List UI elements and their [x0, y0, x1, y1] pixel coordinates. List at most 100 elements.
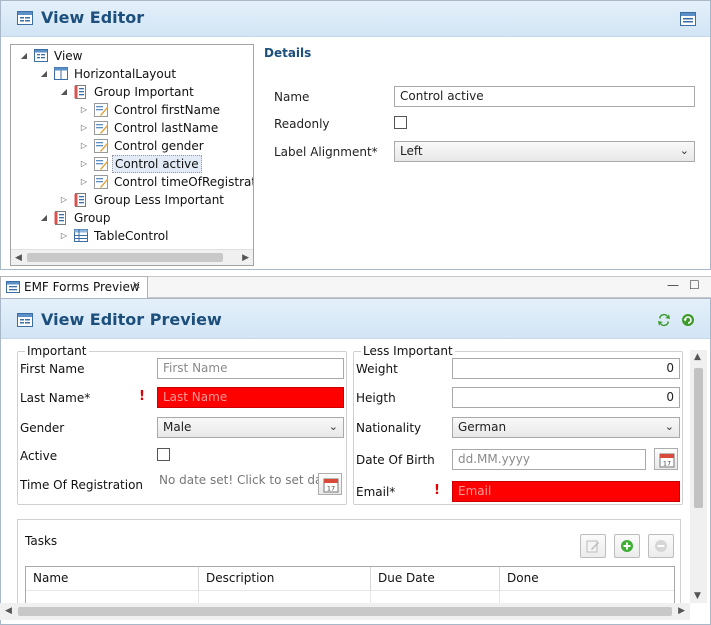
tree-node-label: TableControl [94, 229, 169, 243]
preview-header: View Editor Preview [1, 299, 710, 339]
tree-node-label: View [54, 49, 83, 63]
nationality-value: German [458, 420, 507, 434]
scroll-down-icon[interactable]: ▼ [694, 591, 701, 601]
scroll-right-icon[interactable]: ▶ [242, 253, 249, 263]
view-editor-panel: View Editor ◢ View ◢ HorizontalLayout ◢ Group… [0, 0, 711, 270]
email-label: Email* [356, 485, 396, 499]
registration-date-hint[interactable]: No date set! Click to set date. [159, 473, 338, 487]
dob-label: Date Of Birth [356, 453, 435, 467]
view-model-tree[interactable]: ◢ View ◢ HorizontalLayout ◢ Group Important ▷ C… [10, 44, 254, 266]
calendar-icon: 17 [323, 478, 339, 493]
remove-icon [655, 540, 667, 552]
scroll-left-icon[interactable]: ◀ [15, 253, 22, 263]
column-header-done[interactable]: Done [500, 567, 674, 591]
reload-icon[interactable] [680, 314, 696, 331]
edit-task-button[interactable] [580, 534, 606, 558]
add-task-button[interactable] [614, 534, 640, 558]
details-title: Details [264, 46, 312, 60]
group-icon [74, 193, 88, 207]
collapsed-twistie-icon[interactable]: ▷ [79, 119, 89, 137]
details-name-label: Name [274, 90, 310, 104]
tree-node-label: Control gender [114, 139, 204, 153]
collapsed-twistie-icon[interactable]: ▷ [79, 173, 89, 191]
weight-label: Weight [356, 362, 398, 376]
nationality-label: Nationality [356, 421, 422, 435]
collapsed-twistie-icon[interactable]: ▷ [79, 155, 89, 173]
scroll-thumb[interactable] [18, 607, 672, 616]
details-readonly-checkbox[interactable] [394, 116, 407, 129]
tree-node-label: Control firstName [114, 103, 221, 117]
chevron-down-icon: ⌄ [664, 420, 674, 433]
expanded-twistie-icon[interactable]: ◢ [19, 47, 29, 65]
calendar-icon: 17 [659, 453, 675, 468]
scroll-thumb[interactable] [27, 253, 223, 262]
gender-label: Gender [20, 421, 65, 435]
group-icon [54, 211, 68, 225]
collapsed-twistie-icon[interactable]: ▷ [79, 137, 89, 155]
dob-input[interactable]: dd.MM.yyyy [452, 449, 646, 470]
view-editor-menu-icon[interactable] [680, 12, 696, 29]
tree-node-label: Control lastName [114, 121, 219, 135]
column-header-name[interactable]: Name [26, 567, 199, 591]
control-icon [94, 175, 108, 189]
layout-icon [54, 67, 68, 81]
height-label: Heigth [356, 391, 396, 405]
tasks-table[interactable]: Name Description Due Date Done [25, 566, 675, 607]
control-icon [94, 121, 108, 135]
tab-emf-forms-preview[interactable]: EMF Forms Preview ✕ [0, 276, 148, 299]
registration-label: Time Of Registration [20, 478, 144, 492]
preview-vertical-scrollbar[interactable]: ▲ ▼ [690, 350, 707, 603]
nationality-select[interactable]: German ⌄ [452, 417, 680, 438]
tree-horizontal-scrollbar[interactable]: ◀ ▶ [11, 249, 253, 265]
preview-tab-label: EMF Forms Preview [24, 280, 140, 294]
scroll-right-icon[interactable]: ▶ [678, 606, 685, 616]
details-label-alignment-select[interactable]: Left ⌄ [394, 141, 695, 162]
control-icon [94, 157, 108, 171]
active-checkbox[interactable] [157, 448, 170, 461]
maximize-icon[interactable]: ☐ [689, 278, 700, 292]
scroll-left-icon[interactable]: ◀ [5, 606, 12, 616]
minimize-icon[interactable]: — [667, 278, 679, 292]
height-input[interactable]: 0 [452, 387, 680, 408]
preview-tab-strip: EMF Forms Preview ✕ — ☐ [0, 276, 711, 299]
scroll-thumb[interactable] [694, 368, 703, 508]
refresh-icon[interactable] [656, 313, 676, 331]
view-editor-title: View Editor [41, 8, 145, 27]
collapsed-twistie-icon[interactable]: ▷ [59, 191, 69, 209]
first-name-input[interactable]: First Name [157, 358, 344, 379]
column-header-description[interactable]: Description [199, 567, 371, 591]
close-icon[interactable]: ✕ [132, 279, 141, 292]
collapsed-twistie-icon[interactable]: ▷ [79, 101, 89, 119]
details-readonly-label: Readonly [274, 117, 330, 131]
view-editor-header: View Editor [1, 1, 710, 37]
view-editor-icon [17, 11, 33, 28]
dob-calendar-button[interactable]: 17 [654, 448, 678, 470]
active-label: Active [20, 449, 58, 463]
control-icon [94, 139, 108, 153]
view-icon [34, 49, 48, 63]
add-icon [621, 540, 633, 552]
column-header-due-date[interactable]: Due Date [371, 567, 500, 591]
remove-task-button[interactable] [648, 534, 674, 558]
scroll-up-icon[interactable]: ▲ [694, 352, 701, 362]
group-important-title: Important [25, 344, 89, 358]
registration-calendar-button[interactable]: 17 [318, 473, 342, 495]
chevron-down-icon: ⌄ [328, 420, 338, 433]
expanded-twistie-icon[interactable]: ◢ [39, 65, 49, 83]
tree-node-label: HorizontalLayout [74, 67, 177, 81]
preview-horizontal-scrollbar[interactable]: ◀ ▶ [0, 603, 690, 620]
control-icon [94, 103, 108, 117]
gender-select[interactable]: Male ⌄ [157, 417, 344, 438]
details-label-alignment-label: Label Alignment* [274, 145, 378, 159]
last-name-input[interactable]: Last Name [157, 387, 344, 408]
collapsed-twistie-icon[interactable]: ▷ [59, 227, 69, 245]
expanded-twistie-icon[interactable]: ◢ [59, 83, 69, 101]
details-name-input[interactable]: Control active [394, 86, 695, 107]
tree-node-label: Group Less Important [94, 193, 225, 207]
email-input[interactable]: Email [452, 481, 680, 502]
error-icon: ! [434, 483, 440, 498]
preview-title: View Editor Preview [41, 310, 222, 329]
expanded-twistie-icon[interactable]: ◢ [39, 209, 49, 227]
weight-input[interactable]: 0 [452, 358, 680, 379]
svg-text:17: 17 [663, 460, 671, 468]
